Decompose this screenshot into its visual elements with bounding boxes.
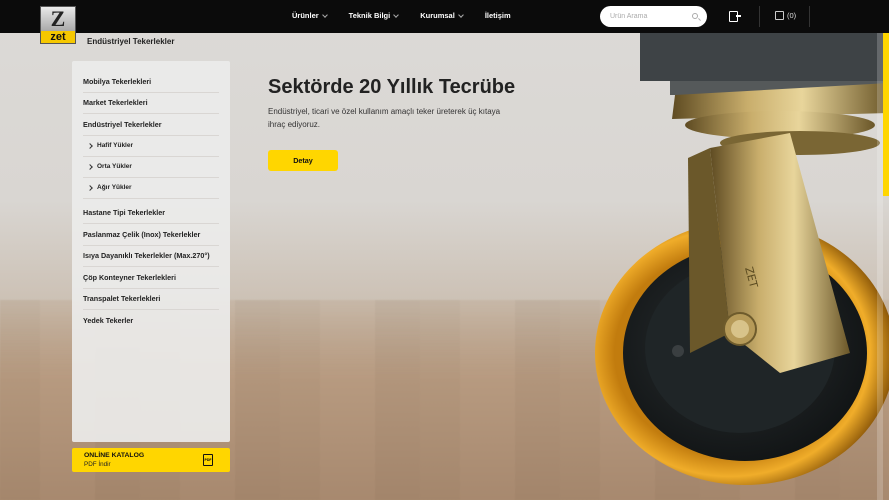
cart-icon (775, 11, 784, 20)
hero-title: Sektörde 20 Yıllık Tecrübe (268, 76, 516, 98)
scrollbar-thumb[interactable] (883, 33, 889, 196)
sidebar-item-stainless-casters[interactable]: Paslanmaz Çelik (Inox) Tekerlekler (83, 224, 219, 246)
sidebar-subitem-medium-loads[interactable]: Orta Yükler (83, 157, 219, 178)
sidebar-item-hospital-casters[interactable]: Hastane Tipi Tekerlekler (83, 203, 219, 224)
nav-item-corporate[interactable]: Kurumsal (420, 11, 464, 20)
hero-description: Endüstriyel, ticari ve özel kullanım ama… (268, 107, 501, 129)
sidebar-subitem-heavy-loads[interactable]: Ağır Yükler (83, 178, 219, 199)
sidebar-item-furniture-casters[interactable]: Mobilya Tekerlekleri (83, 71, 219, 93)
brand-tagline: Endüstriyel Tekerlekler (87, 37, 175, 46)
nav-item-label: İletişim (484, 11, 511, 20)
chevron-down-icon (393, 11, 400, 18)
main-nav: Ürünler Teknik Bilgi Kurumsal İletişim (292, 11, 511, 20)
online-catalog-button[interactable]: ONLİNE KATALOG PDF İndir PDF (72, 448, 230, 472)
nav-item-label: Kurumsal (420, 11, 455, 20)
search-input[interactable] (610, 10, 690, 23)
sidebar-item-industrial-casters[interactable]: Endüstriyel Tekerlekler (83, 114, 219, 136)
sidebar-item-spare-wheels[interactable]: Yedek Tekerler (83, 310, 219, 332)
chevron-down-icon (457, 11, 464, 18)
nav-item-contact[interactable]: İletişim (485, 11, 511, 20)
catalog-title: ONLİNE KATALOG (84, 452, 145, 459)
header-divider (759, 6, 760, 27)
zet-logo[interactable]: Z zet (40, 6, 76, 44)
search-box (600, 6, 707, 27)
detail-button[interactable]: Detay (268, 150, 338, 171)
cart-button[interactable]: (0) (775, 11, 796, 20)
nav-item-label: Ürünler (292, 11, 319, 20)
search-icon[interactable] (692, 13, 698, 19)
pdf-icon: PDF (203, 454, 213, 466)
sidebar-item-container-casters[interactable]: Çöp Konteyner Tekerlekleri (83, 267, 219, 289)
sidebar-item-market-casters[interactable]: Market Tekerlekleri (83, 93, 219, 114)
nav-item-products[interactable]: Ürünler (292, 11, 328, 20)
caster-wheel-image: ZET (595, 33, 889, 485)
nav-item-label: Teknik Bilgi (348, 11, 391, 20)
category-list: Mobilya Tekerlekleri Market Tekerlekleri… (83, 71, 219, 332)
catalog-subtitle: PDF İndir (84, 460, 111, 468)
sidebar-item-pallet-truck-casters[interactable]: Transpalet Tekerlekleri (83, 289, 219, 310)
cart-count: (0) (787, 11, 797, 20)
category-sidebar: Mobilya Tekerlekleri Market Tekerlekleri… (72, 61, 230, 442)
header-divider (809, 6, 810, 27)
nav-item-technical-info[interactable]: Teknik Bilgi (348, 11, 400, 20)
logo-wordmark: zet (41, 31, 75, 43)
sidebar-subitem-light-loads[interactable]: Hafif Yükler (83, 136, 219, 157)
logo-z-mark: Z (41, 7, 75, 31)
chevron-down-icon (321, 11, 328, 18)
sidebar-item-heat-resistant-casters[interactable]: Isıya Dayanıklı Tekerlekler (Max.270°) (83, 246, 219, 267)
pdf-download-icon[interactable] (729, 11, 741, 22)
